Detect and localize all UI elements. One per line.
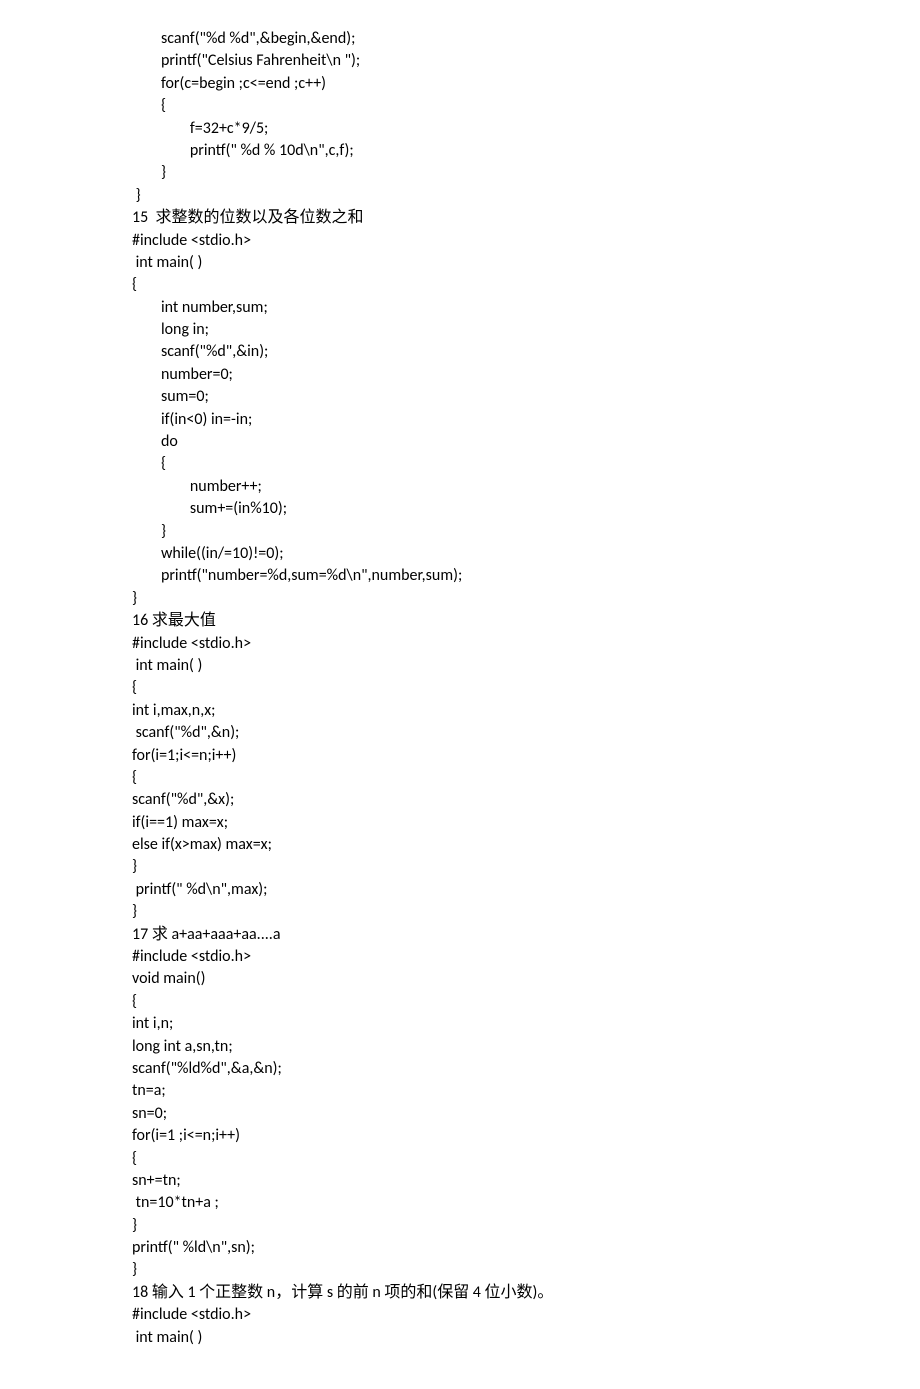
code-line: sn+=tn; [132,1170,920,1192]
code-line: while((in/=10)!=0); [132,543,920,565]
code-line: number=0; [132,364,920,386]
code-line: long int a,sn,tn; [132,1036,920,1058]
code-line: int number,sum; [132,297,920,319]
code-line: do [132,431,920,453]
code-line: printf(" %d\n",max); [132,879,920,901]
code-line: { [132,767,920,789]
code-line: if(in<0) in=-in; [132,409,920,431]
code-line: int main( ) [132,1327,920,1349]
code-line: void main() [132,968,920,990]
code-line: #include <stdio.h> [132,946,920,968]
code-line: else if(x>max) max=x; [132,834,920,856]
code-line: } [132,185,920,207]
code-line: } [132,901,920,923]
code-line: for(i=1;i<=n;i++) [132,745,920,767]
document-page: scanf("%d %d",&begin,&end); printf("Cels… [0,0,920,1389]
code-line: sum+=(in%10); [132,498,920,520]
code-line: #include <stdio.h> [132,230,920,252]
code-line: int i,n; [132,1013,920,1035]
code-line: 16 求最大值 [132,610,920,632]
code-line: number++; [132,476,920,498]
code-line: long in; [132,319,920,341]
code-line: printf(" %ld\n",sn); [132,1237,920,1259]
code-line: sum=0; [132,386,920,408]
code-line: 18 输入 1 个正整数 n，计算 s 的前 n 项的和(保留 4 位小数)。 [132,1282,920,1304]
code-line: } [132,1259,920,1281]
code-line: 17 求 a+aa+aaa+aa....a [132,924,920,946]
code-line: tn=a; [132,1080,920,1102]
code-line: int main( ) [132,655,920,677]
code-line: { [132,991,920,1013]
code-line: scanf("%d",&n); [132,722,920,744]
code-line: } [132,162,920,184]
code-line: { [132,1148,920,1170]
code-line: for(i=1 ;i<=n;i++) [132,1125,920,1147]
code-line: #include <stdio.h> [132,633,920,655]
code-line: { [132,95,920,117]
code-line: scanf("%d",&x); [132,789,920,811]
code-line: { [132,453,920,475]
code-line: tn=10*tn+a ; [132,1192,920,1214]
code-line: printf("Celsius Fahrenheit\n "); [132,50,920,72]
code-line: scanf("%d",&in); [132,341,920,363]
code-line: int i,max,n,x; [132,700,920,722]
code-line: scanf("%ld%d",&a,&n); [132,1058,920,1080]
code-line: sn=0; [132,1103,920,1125]
code-line: f=32+c*9/5; [132,118,920,140]
code-line: } [132,1215,920,1237]
code-line: { [132,274,920,296]
code-line: { [132,677,920,699]
code-line: if(i==1) max=x; [132,812,920,834]
code-line: #include <stdio.h> [132,1304,920,1326]
code-line: int main( ) [132,252,920,274]
code-line: } [132,856,920,878]
code-line: for(c=begin ;c<=end ;c++) [132,73,920,95]
code-line: scanf("%d %d",&begin,&end); [132,28,920,50]
code-line: } [132,521,920,543]
code-line: 15 求整数的位数以及各位数之和 [132,207,920,229]
code-line: printf(" %d % 10d\n",c,f); [132,140,920,162]
code-line: } [132,588,920,610]
code-line: printf("number=%d,sum=%d\n",number,sum); [132,565,920,587]
